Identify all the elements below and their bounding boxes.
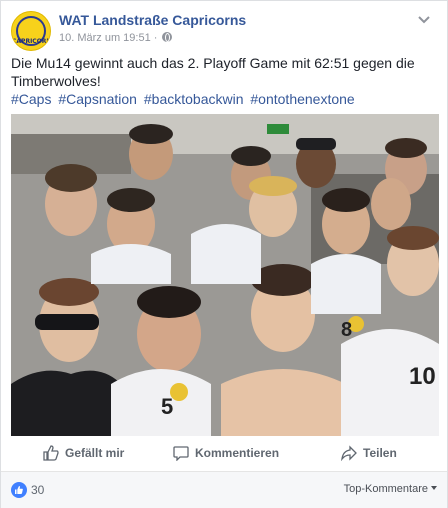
post-footer: 30 Top-Kommentare	[1, 472, 447, 508]
globe-icon[interactable]	[162, 32, 173, 42]
comment-sort-dropdown[interactable]: Top-Kommentare	[344, 483, 437, 495]
logo-text: CAPRICORNS	[12, 38, 51, 45]
hashtag-list: #Caps #Capsnation #backtobackwin #ontoth…	[11, 90, 431, 108]
share-button[interactable]: Teilen	[341, 443, 397, 463]
chevron-down-icon[interactable]	[417, 15, 431, 25]
comment-sort-label: Top-Kommentare	[343, 483, 428, 495]
like-count[interactable]: 30	[31, 483, 44, 497]
caret-down-icon	[431, 486, 437, 490]
thumbs-up-icon	[43, 445, 59, 461]
share-label: Teilen	[363, 446, 397, 460]
hashtag-link[interactable]: #Capsnation	[58, 91, 137, 107]
comment-icon	[173, 446, 189, 461]
post-timestamp[interactable]: 10. März um 19:51	[59, 32, 151, 44]
post-meta: 10. März um 19:51 ·	[59, 32, 173, 44]
like-label: Gefällt mir	[65, 446, 125, 460]
comment-label: Kommentieren	[195, 446, 280, 460]
post-photo[interactable]: 8 5 10	[11, 114, 439, 436]
page-avatar[interactable]: CAPRICORNS	[11, 11, 51, 51]
post-message: Die Mu14 gewinnt auch das 2. Playoff Gam…	[11, 55, 415, 89]
hashtag-link[interactable]: #backtobackwin	[144, 91, 244, 107]
svg-text:5: 5	[161, 394, 173, 419]
share-icon	[341, 445, 357, 461]
like-button[interactable]: Gefällt mir	[43, 443, 124, 463]
post-card: CAPRICORNS WAT Landstraße Capricorns 10.…	[0, 0, 448, 508]
post-header: CAPRICORNS WAT Landstraße Capricorns 10.…	[11, 9, 431, 51]
page-name-link[interactable]: WAT Landstraße Capricorns	[59, 12, 246, 28]
team-photo-illustration: 8 5 10	[11, 114, 439, 436]
comment-button[interactable]: Kommentieren	[173, 443, 279, 463]
hashtag-link[interactable]: #Caps	[11, 91, 51, 107]
svg-text:10: 10	[409, 363, 436, 390]
like-reaction-icon[interactable]	[11, 482, 27, 498]
meta-separator: ·	[153, 32, 158, 44]
post-actions: Gefällt mir Kommentieren Teilen	[11, 437, 439, 467]
hashtag-link[interactable]: #ontothenextone	[250, 91, 354, 107]
svg-text:8: 8	[341, 319, 352, 341]
